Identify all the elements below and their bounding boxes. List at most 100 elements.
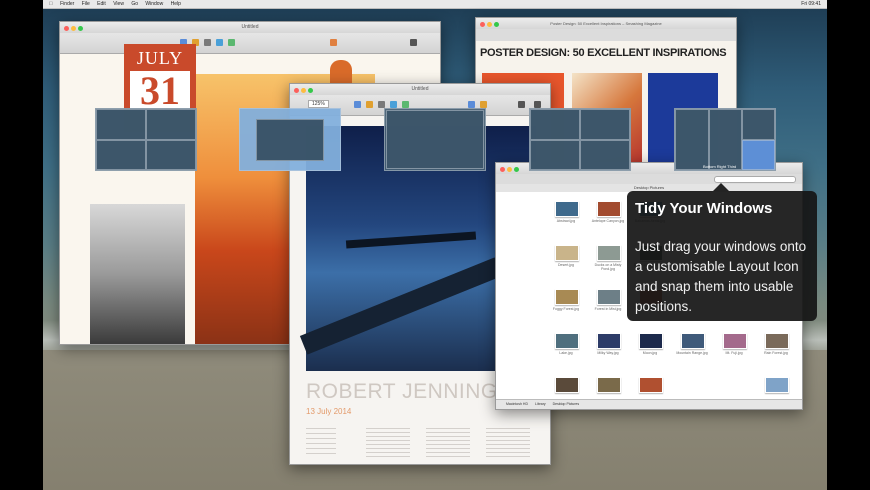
thumb-abstract[interactable] <box>555 201 579 217</box>
tooltip: Tidy Your Windows Just drag your windows… <box>627 183 817 321</box>
toolbar <box>60 33 440 54</box>
share-icon[interactable] <box>330 39 337 46</box>
format-icon[interactable] <box>410 39 417 46</box>
address-text <box>306 428 336 454</box>
calendar-month: JULY <box>136 48 184 68</box>
path-item-library[interactable]: Library <box>535 402 546 406</box>
tooltip-title: Tidy Your Windows <box>635 200 773 217</box>
chart-icon[interactable] <box>366 101 373 108</box>
layout-icon-centered[interactable] <box>239 108 341 171</box>
table-icon[interactable] <box>354 101 361 108</box>
apple-icon[interactable]:  <box>49 1 53 7</box>
layout-cell[interactable] <box>146 140 196 170</box>
layout-cell[interactable] <box>96 109 146 140</box>
climber-photo <box>90 204 185 344</box>
layout-cell[interactable] <box>256 119 324 161</box>
thumb-forest[interactable] <box>597 289 621 305</box>
body-text-col-1 <box>366 428 410 458</box>
search-field[interactable] <box>714 176 796 183</box>
tips-icon[interactable] <box>480 101 487 108</box>
layout-label: Bottom Right Third <box>703 164 737 169</box>
window-title: Poster Design: 50 Excellent Inspirations… <box>550 21 662 26</box>
file-label: Ducks on a Misty Pond.jpg <box>594 263 622 271</box>
zoom-select[interactable]: 125% <box>308 100 329 108</box>
zoom-icon[interactable] <box>494 22 499 27</box>
layout-icon-quarters[interactable] <box>529 108 631 171</box>
article-headline: POSTER DESIGN: 50 EXCELLENT INSPIRATIONS <box>480 47 727 59</box>
path-item-desktop-pictures[interactable]: Desktop Pictures <box>553 402 579 406</box>
thumb-moon[interactable] <box>639 333 663 349</box>
pier-far <box>345 231 477 249</box>
close-icon[interactable] <box>64 26 69 31</box>
path-item-hd[interactable]: Macintosh HD <box>506 402 528 406</box>
menu-file[interactable]: File <box>82 1 90 7</box>
file-label: Foggy Forest.jpg <box>552 307 580 311</box>
share-icon[interactable] <box>468 101 475 108</box>
document-icon[interactable] <box>534 101 541 108</box>
text-icon[interactable] <box>378 101 385 108</box>
layout-icon-left-half[interactable] <box>95 108 197 171</box>
layout-cell[interactable] <box>96 140 146 170</box>
layout-cell-selected[interactable] <box>742 140 775 170</box>
menu-go[interactable]: Go <box>131 1 138 7</box>
zoom-icon[interactable] <box>514 167 519 172</box>
thumb-desert[interactable] <box>555 245 579 261</box>
close-icon[interactable] <box>500 167 505 172</box>
window-title: Untitled <box>411 86 429 92</box>
body-text-col-2 <box>426 428 470 458</box>
minimize-icon[interactable] <box>301 88 306 93</box>
menu-edit[interactable]: Edit <box>97 1 106 7</box>
pier-near <box>299 257 503 355</box>
thumb-sea[interactable] <box>555 377 579 393</box>
zoom-icon[interactable] <box>78 26 83 31</box>
shape-icon[interactable] <box>390 101 397 108</box>
menu-help[interactable]: Help <box>171 1 181 7</box>
layout-cell[interactable] <box>386 110 484 169</box>
layout-cell[interactable] <box>580 140 630 170</box>
format-icon[interactable] <box>518 101 525 108</box>
file-label: Antelope Canyon.jpg <box>591 219 625 223</box>
file-label: Rain Forest.jpg <box>764 351 788 355</box>
menubar-clock[interactable]: Fri 09:41 <box>801 0 821 8</box>
folder-icon[interactable] <box>765 377 789 393</box>
menu-window[interactable]: Window <box>145 1 163 7</box>
body-text-col-3 <box>486 428 530 458</box>
thumb-sky[interactable] <box>597 377 621 393</box>
zoom-icon[interactable] <box>308 88 313 93</box>
file-label: Lake.jpg <box>559 351 573 355</box>
layout-cell[interactable] <box>742 109 775 140</box>
minimize-icon[interactable] <box>507 167 512 172</box>
file-label: Moon.jpg <box>642 351 658 355</box>
minimize-icon[interactable] <box>487 22 492 27</box>
resume-date: 13 July 2014 <box>306 407 352 416</box>
minimize-icon[interactable] <box>71 26 76 31</box>
menu-finder[interactable]: Finder <box>60 1 74 7</box>
thumb-snow[interactable] <box>639 377 663 393</box>
thumb-ducks[interactable] <box>597 245 621 261</box>
layout-cell[interactable] <box>530 109 580 140</box>
layout-cell[interactable] <box>580 109 630 140</box>
menu-bar:  Finder File Edit View Go Window Help F… <box>43 0 827 9</box>
menu-view[interactable]: View <box>113 1 124 7</box>
layout-cell[interactable] <box>530 140 580 170</box>
layout-cell[interactable] <box>146 109 196 140</box>
thumb-milky-way[interactable] <box>597 333 621 349</box>
thumb-rain-forest[interactable] <box>765 333 789 349</box>
media-icon[interactable] <box>228 39 235 46</box>
resume-name: ROBERT JENNINGS <box>306 380 513 403</box>
media-icon[interactable] <box>402 101 409 108</box>
thumb-foggy[interactable] <box>555 289 579 305</box>
thumb-antelope[interactable] <box>597 201 621 217</box>
close-icon[interactable] <box>294 88 299 93</box>
layout-cell[interactable] <box>675 109 709 170</box>
thumb-mountain[interactable] <box>681 333 705 349</box>
layout-icon-thirds[interactable]: Bottom Right Third <box>674 108 776 171</box>
close-icon[interactable] <box>480 22 485 27</box>
shape-icon[interactable] <box>216 39 223 46</box>
layout-cell[interactable] <box>709 109 742 170</box>
thumb-fuji[interactable] <box>723 333 747 349</box>
layout-icon-full[interactable] <box>384 108 486 171</box>
thumb-lake[interactable] <box>555 333 579 349</box>
calendar-day: 31 <box>130 71 190 111</box>
text-icon[interactable] <box>204 39 211 46</box>
